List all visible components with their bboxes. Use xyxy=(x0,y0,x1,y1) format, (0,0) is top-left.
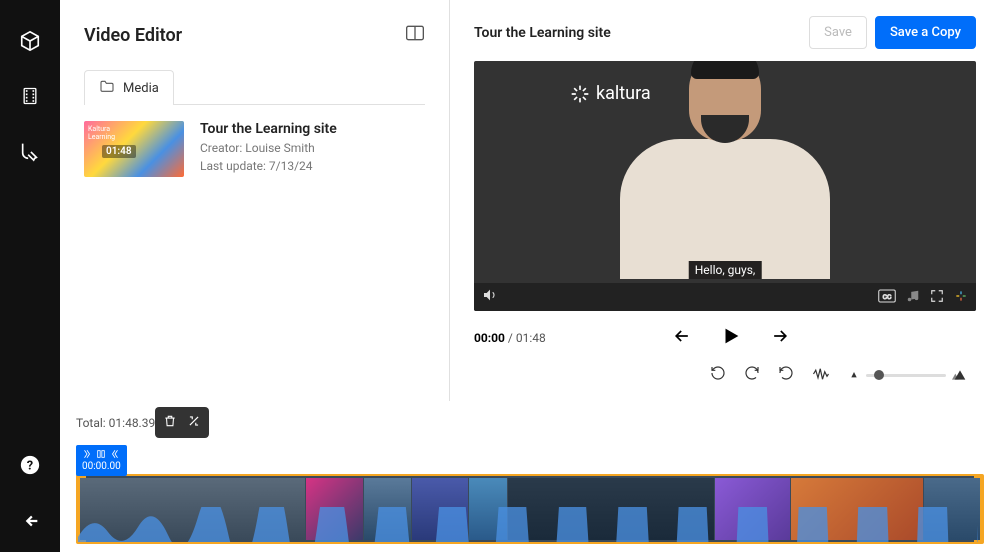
undo-icon[interactable] xyxy=(778,365,794,385)
media-thumbnail xyxy=(84,121,184,177)
caption-text: Hello, guys, xyxy=(689,261,762,279)
media-title: Tour the Learning site xyxy=(200,121,337,137)
preview-panel: Tour the Learning site Save Save a Copy … xyxy=(450,0,1000,401)
prev-button[interactable] xyxy=(668,322,696,354)
next-button[interactable] xyxy=(766,322,794,354)
waveform xyxy=(78,507,978,542)
waveform-icon[interactable] xyxy=(812,366,830,385)
redo-icon[interactable] xyxy=(744,365,760,385)
svg-text:CC: CC xyxy=(883,293,892,301)
svg-text:?: ? xyxy=(27,459,33,474)
back-icon[interactable] xyxy=(19,510,41,536)
playhead-marker[interactable]: 00:00.00 xyxy=(76,445,127,476)
volume-icon[interactable] xyxy=(482,287,498,307)
cc-icon[interactable]: CC xyxy=(878,288,896,307)
total-duration: Total: 01:48.39 xyxy=(76,416,155,430)
app-sidebar: ? xyxy=(0,0,60,552)
main-area: Video Editor Media Tour the Learning sit… xyxy=(60,0,1000,552)
transport-controls xyxy=(668,321,794,355)
zoom-slider[interactable] xyxy=(866,374,946,377)
media-panel: Video Editor Media Tour the Learning sit… xyxy=(60,0,450,401)
timeline-tools xyxy=(155,407,209,438)
page-title: Video Editor xyxy=(84,25,182,46)
media-creator: Creator: Louise Smith xyxy=(200,141,337,155)
time-display: 00:00 / 01:48 xyxy=(474,331,546,345)
folder-icon xyxy=(99,79,115,97)
reset-icon[interactable] xyxy=(710,365,726,385)
music-icon[interactable] xyxy=(906,288,920,307)
expand-icon[interactable] xyxy=(187,413,201,432)
video-player[interactable]: kaltura Hello, guys, CC xyxy=(474,61,976,311)
layout-toggle-icon[interactable] xyxy=(405,24,425,46)
play-button[interactable] xyxy=(716,321,746,355)
save-copy-button[interactable]: Save a Copy xyxy=(875,16,976,49)
preview-title: Tour the Learning site xyxy=(474,25,611,41)
delete-icon[interactable] xyxy=(163,413,177,432)
tab-media[interactable]: Media xyxy=(84,70,174,105)
video-frame-content xyxy=(620,61,830,283)
kaltura-icon[interactable] xyxy=(954,288,968,307)
media-item[interactable]: Tour the Learning site Creator: Louise S… xyxy=(84,121,425,177)
fullscreen-icon[interactable] xyxy=(930,288,944,307)
timeline-section: Total: 01:48.39 00:00.00 xyxy=(60,401,1000,552)
film-icon[interactable] xyxy=(20,86,40,110)
zoom-control xyxy=(848,366,968,385)
cube-icon[interactable] xyxy=(19,30,41,56)
player-controls-bar: CC xyxy=(474,283,976,311)
tab-label: Media xyxy=(123,81,159,96)
timeline-track[interactable] xyxy=(76,474,984,544)
help-icon[interactable]: ? xyxy=(19,454,41,480)
cursor-icon[interactable] xyxy=(19,140,41,166)
media-updated: Last update: 7/13/24 xyxy=(200,159,337,173)
timeline-controls xyxy=(474,365,976,385)
save-button: Save xyxy=(809,16,867,49)
zoom-in-icon[interactable] xyxy=(952,366,968,385)
zoom-out-icon[interactable] xyxy=(848,366,860,385)
